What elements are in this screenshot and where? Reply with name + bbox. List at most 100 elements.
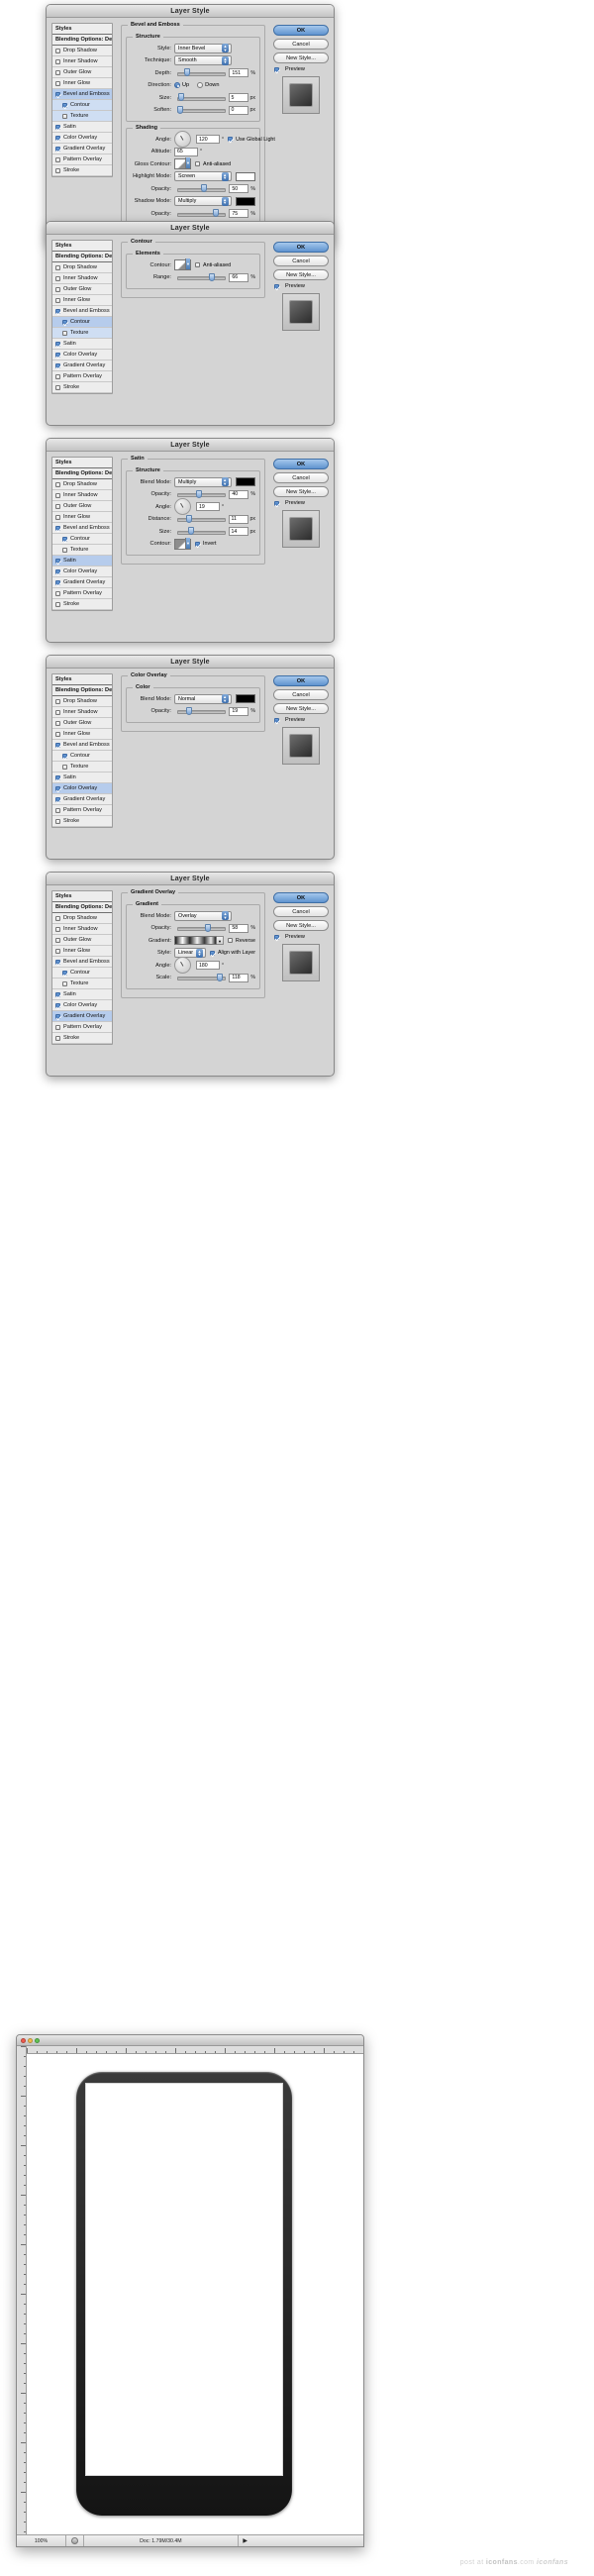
sidebar-item-inner-shadow[interactable]: Inner Shadow: [52, 273, 112, 284]
value-field[interactable]: 75: [229, 209, 249, 218]
new-style-button[interactable]: New Style...: [273, 920, 329, 931]
sidebar-item-contour[interactable]: Contour: [52, 968, 112, 979]
sidebar-item-gradient-overlay[interactable]: Gradient Overlay: [52, 577, 112, 588]
contour-dropdown-icon[interactable]: ▼: [185, 157, 190, 168]
sidebar-item-inner-shadow[interactable]: Inner Shadow: [52, 707, 112, 718]
checkbox-bevel-and-emboss[interactable]: [55, 959, 60, 965]
checkbox-satin[interactable]: [55, 341, 60, 347]
checkbox-contour[interactable]: [62, 102, 67, 108]
radio-option-up[interactable]: Up: [174, 82, 189, 88]
checkbox-inner-glow[interactable]: [55, 731, 60, 737]
sidebar-item-bevel-and-emboss[interactable]: Bevel and Emboss: [52, 957, 112, 968]
checkbox-bevel-and-emboss[interactable]: [55, 91, 60, 97]
sidebar-item-inner-glow[interactable]: Inner Glow: [52, 512, 112, 523]
value-field[interactable]: 50: [229, 184, 249, 193]
slider-depth[interactable]: [177, 68, 227, 77]
value-field[interactable]: 66: [229, 272, 249, 282]
sidebar-item-color-overlay[interactable]: Color Overlay: [52, 133, 112, 144]
canvas-area[interactable]: [27, 2054, 363, 2534]
value-field[interactable]: 151: [229, 68, 249, 77]
sidebar-item-inner-shadow[interactable]: Inner Shadow: [52, 490, 112, 501]
cancel-button[interactable]: Cancel: [273, 906, 329, 917]
zoom-level[interactable]: 100%: [17, 2535, 66, 2546]
sidebar-item-pattern-overlay[interactable]: Pattern Overlay: [52, 371, 112, 382]
value-field[interactable]: 40: [229, 489, 249, 499]
ok-button[interactable]: OK: [273, 892, 329, 903]
color-swatch[interactable]: [235, 171, 255, 181]
checkbox-align-with-layer-box[interactable]: [209, 950, 215, 956]
sidebar-item-gradient-overlay[interactable]: Gradient Overlay: [52, 361, 112, 371]
slider-knob[interactable]: [212, 209, 219, 217]
slider-range[interactable]: [177, 272, 227, 282]
checkbox-reverse[interactable]: Reverse: [227, 938, 255, 944]
sidebar-item-outer-glow[interactable]: Outer Glow: [52, 935, 112, 946]
checkbox-preview[interactable]: [274, 283, 279, 289]
checkbox-anti-aliased-box[interactable]: [195, 262, 200, 267]
sidebar-item-drop-shadow[interactable]: Drop Shadow: [52, 262, 112, 273]
checkbox-outer-glow[interactable]: [55, 937, 60, 943]
sidebar-item-texture[interactable]: Texture: [52, 328, 112, 339]
contour-preview[interactable]: ▼: [174, 258, 191, 270]
checkbox-anti-aliased-box[interactable]: [195, 161, 200, 166]
new-style-button[interactable]: New Style...: [273, 703, 329, 714]
slider-soften[interactable]: [177, 105, 226, 115]
cancel-button[interactable]: Cancel: [273, 39, 329, 50]
chevron-updown-icon[interactable]: ▲ ▼: [221, 694, 229, 703]
checkbox-gradient-overlay[interactable]: [55, 146, 60, 152]
checkbox-preview[interactable]: [274, 500, 279, 506]
slider-knob[interactable]: [185, 706, 192, 715]
contour-dropdown-icon[interactable]: ▼: [185, 258, 190, 269]
sidebar-item-satin[interactable]: Satin: [52, 556, 112, 567]
checkbox-satin[interactable]: [55, 124, 60, 130]
checkbox-color-overlay[interactable]: [55, 352, 60, 358]
ok-button[interactable]: OK: [273, 459, 329, 469]
sidebar-item-satin[interactable]: Satin: [52, 339, 112, 350]
select-inner-bevel[interactable]: Inner Bevel ▲ ▼: [174, 43, 232, 53]
sidebar-item-pattern-overlay[interactable]: Pattern Overlay: [52, 588, 112, 599]
checkbox-reverse-box[interactable]: [227, 938, 233, 943]
slider-opacity[interactable]: [177, 184, 227, 193]
ok-button[interactable]: OK: [273, 675, 329, 686]
sidebar-item-inner-glow[interactable]: Inner Glow: [52, 295, 112, 306]
value-field[interactable]: 58: [229, 923, 249, 933]
sidebar-item-blending-options[interactable]: Blending Options: Default: [52, 252, 112, 262]
checkbox-pattern-overlay[interactable]: [55, 590, 60, 596]
checkbox-outer-glow[interactable]: [55, 503, 60, 509]
gradient-preview[interactable]: [174, 936, 217, 945]
select-normal[interactable]: Normal ▲ ▼: [174, 693, 232, 704]
checkbox-stroke[interactable]: [55, 167, 60, 173]
photoshop-titlebar[interactable]: [17, 2035, 363, 2046]
slider-opacity[interactable]: [177, 489, 227, 499]
sidebar-item-bevel-and-emboss[interactable]: Bevel and Emboss: [52, 306, 112, 317]
checkbox-stroke[interactable]: [55, 601, 60, 607]
checkbox-inner-shadow[interactable]: [55, 58, 60, 64]
cancel-button[interactable]: Cancel: [273, 256, 329, 266]
value-field[interactable]: 14: [228, 527, 248, 536]
sidebar-item-outer-glow[interactable]: Outer Glow: [52, 501, 112, 512]
slider-knob[interactable]: [185, 514, 192, 523]
checkbox-bevel-and-emboss[interactable]: [55, 525, 60, 531]
zoom-icon[interactable]: [35, 2037, 40, 2043]
value-field[interactable]: 118: [229, 973, 249, 982]
sidebar-item-inner-glow[interactable]: Inner Glow: [52, 729, 112, 740]
sidebar-item-drop-shadow[interactable]: Drop Shadow: [52, 696, 112, 707]
sidebar-item-blending-options[interactable]: Blending Options: Default: [52, 685, 112, 696]
checkbox-gradient-overlay[interactable]: [55, 362, 60, 368]
slider-knob[interactable]: [187, 527, 194, 535]
radio-option-down[interactable]: Down: [197, 82, 219, 88]
sidebar-item-drop-shadow[interactable]: Drop Shadow: [52, 479, 112, 490]
sidebar-item-texture[interactable]: Texture: [52, 545, 112, 556]
chevron-updown-icon[interactable]: ▲ ▼: [195, 948, 203, 958]
checkbox-gradient-overlay[interactable]: [55, 796, 60, 802]
new-style-button[interactable]: New Style...: [273, 52, 329, 63]
contour-preview[interactable]: ▼: [174, 157, 191, 169]
checkbox-texture[interactable]: [62, 330, 67, 336]
checkbox-anti-aliased[interactable]: Anti-aliased: [195, 262, 231, 268]
sidebar-item-blending-options[interactable]: Blending Options: Default: [52, 35, 112, 46]
chevron-updown-icon[interactable]: ▲ ▼: [222, 55, 229, 65]
slider-opacity[interactable]: [177, 209, 227, 218]
preview-checkbox-row[interactable]: Preview: [274, 934, 329, 940]
chevron-updown-icon[interactable]: ▲ ▼: [222, 911, 229, 920]
sidebar-item-blending-options[interactable]: Blending Options: Default: [52, 468, 112, 479]
checkbox-inner-shadow[interactable]: [55, 709, 60, 715]
